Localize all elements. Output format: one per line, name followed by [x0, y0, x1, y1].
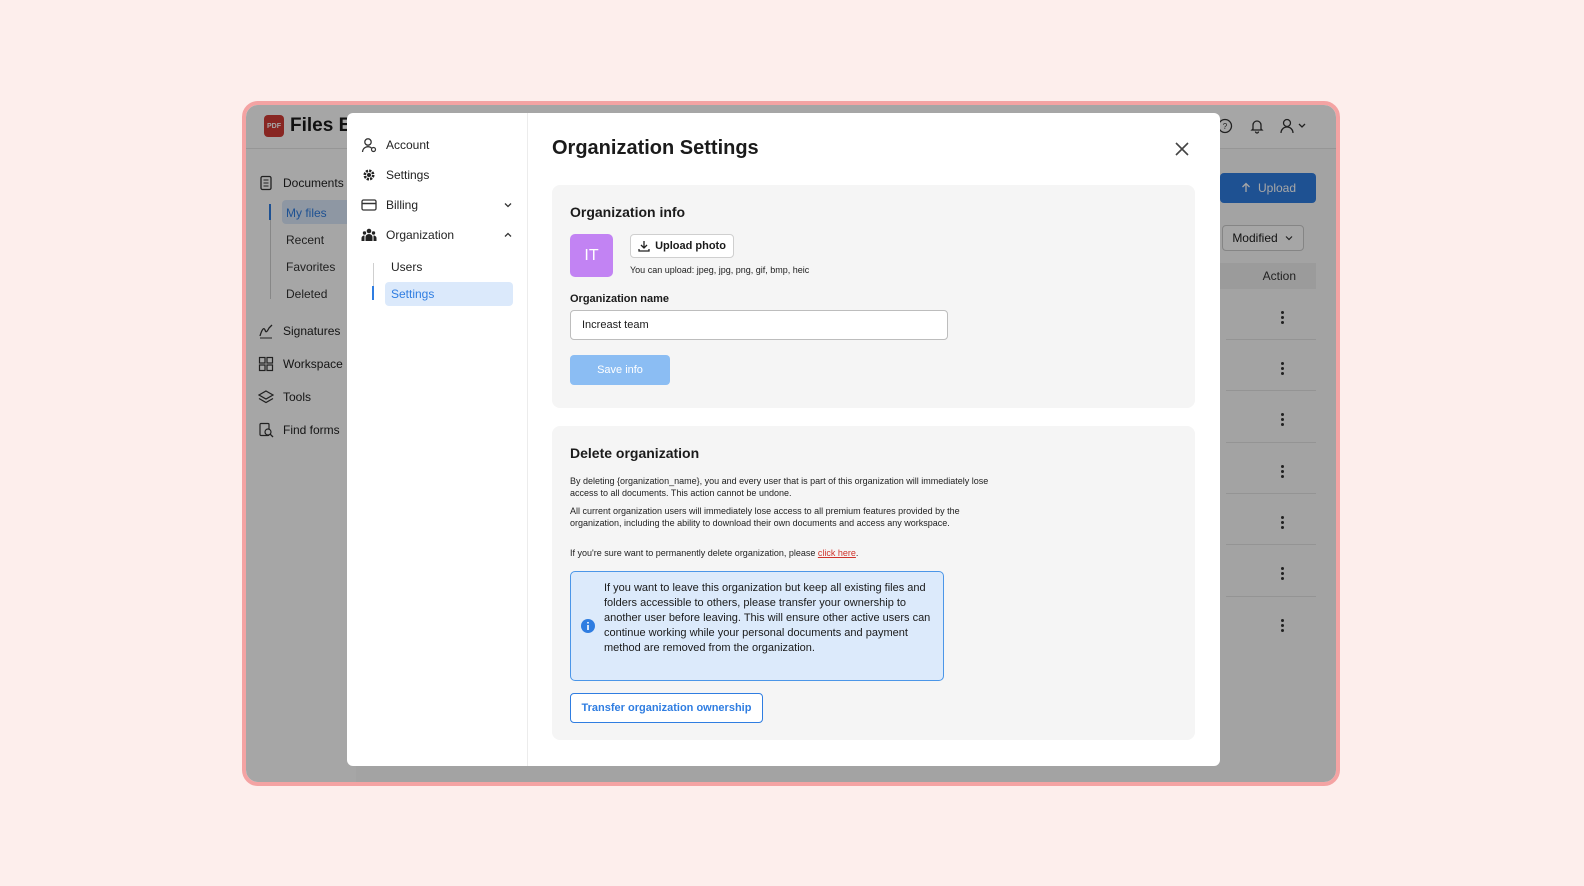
- section-title: Organization info: [570, 204, 686, 220]
- modal-nav: Account Settings Billing Organization Us…: [347, 113, 528, 766]
- delete-warning-text: By deleting {organization_name}, you and…: [570, 476, 989, 498]
- transfer-info-box: If you want to leave this organization b…: [570, 571, 944, 681]
- download-icon: [638, 241, 650, 252]
- save-info-button[interactable]: Save info: [570, 355, 670, 385]
- modal-nav-label: Settings: [386, 168, 430, 182]
- credit-card-icon: [361, 199, 377, 211]
- chevron-down-icon: [504, 203, 512, 208]
- upload-photo-button[interactable]: Upload photo: [630, 234, 734, 258]
- organization-settings-modal: Account Settings Billing Organization Us…: [347, 113, 1220, 766]
- modal-nav-billing[interactable]: Billing: [361, 197, 513, 213]
- delete-click-here-link[interactable]: click here: [818, 548, 856, 558]
- people-icon: [361, 228, 377, 241]
- organization-info-card: Organization info IT Upload photo You ca…: [552, 185, 1195, 408]
- modal-nav-organization[interactable]: Organization: [361, 227, 513, 243]
- modal-nav-org-settings[interactable]: Settings: [391, 287, 434, 301]
- upload-photo-label: Upload photo: [655, 240, 726, 252]
- info-icon: [581, 619, 595, 633]
- section-title: Delete organization: [570, 445, 700, 461]
- delete-confirm-text: If you're sure want to permanently delet…: [570, 547, 990, 559]
- avatar: IT: [570, 234, 613, 277]
- delete-organization-card: Delete organization By deleting {organiz…: [552, 426, 1195, 740]
- account-icon: [361, 138, 377, 153]
- modal-nav-label: Organization: [386, 228, 455, 242]
- transfer-ownership-button[interactable]: Transfer organization ownership: [570, 693, 763, 723]
- modal-subnav-active-indicator: [372, 286, 374, 300]
- delete-confirm-suffix: .: [855, 548, 859, 558]
- premium-loss-text: All current organization users will imme…: [570, 506, 960, 528]
- close-icon[interactable]: [1173, 140, 1191, 158]
- chevron-up-icon: [504, 232, 512, 237]
- modal-nav-settings[interactable]: Settings: [361, 167, 513, 183]
- modal-nav-org-users[interactable]: Users: [391, 260, 422, 274]
- organization-name-label: Organization name: [570, 293, 670, 305]
- modal-nav-label: Billing: [386, 198, 419, 212]
- delete-confirm-prefix: If you're sure want to permanently delet…: [570, 548, 818, 558]
- modal-nav-account[interactable]: Account: [361, 137, 513, 153]
- upload-hint: You can upload: jpeg, jpg, png, gif, bmp…: [630, 265, 810, 275]
- transfer-info-text: If you want to leave this organization b…: [604, 582, 931, 654]
- modal-nav-label: Account: [386, 138, 430, 152]
- modal-title: Organization Settings: [552, 137, 759, 159]
- gear-icon: [363, 169, 375, 181]
- organization-name-input[interactable]: [570, 310, 948, 340]
